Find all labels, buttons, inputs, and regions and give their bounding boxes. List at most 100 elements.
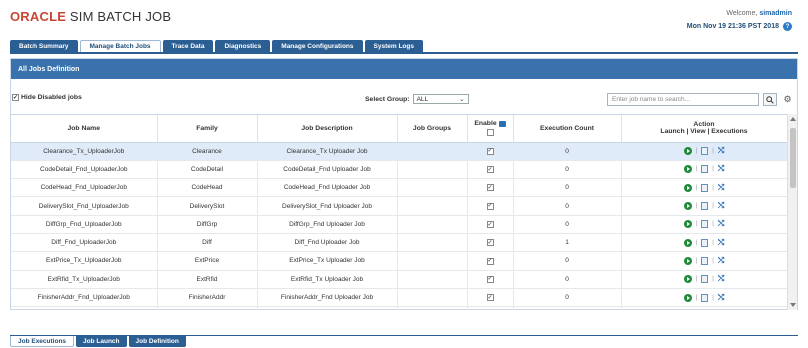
enable-cell: ✓ (467, 306, 514, 310)
col-enable[interactable]: Enable (467, 115, 514, 143)
panel-title: All Jobs Definition (11, 59, 797, 79)
datetime-display: Mon Nov 19 21:36 PST 2018 ? (687, 22, 792, 31)
executions-icon[interactable]: ⤭ (718, 165, 724, 173)
description-cell: ExtRfid_Tx Uploader Job (257, 270, 398, 289)
bottom-tab-job-launch[interactable]: Job Launch (76, 336, 127, 347)
tab-manage-configurations[interactable]: Manage Configurations (272, 40, 363, 52)
view-icon[interactable] (701, 183, 709, 192)
enable-checkbox[interactable]: ✓ (486, 221, 494, 229)
enable-cell: ✓ (467, 251, 514, 271)
table-row[interactable]: InvAvailStore_Tx_UploaderJobInvAvailStor… (11, 306, 788, 310)
enable-checkbox[interactable]: ✓ (486, 147, 494, 155)
enable-cell: ✓ (467, 215, 514, 234)
launch-icon[interactable] (683, 275, 692, 284)
enable-checkbox[interactable]: ✓ (486, 166, 494, 174)
view-icon[interactable] (701, 275, 709, 284)
launch-icon[interactable] (683, 202, 692, 211)
bottom-tab-job-definition[interactable]: Job Definition (128, 336, 186, 347)
save-icon[interactable] (498, 120, 506, 127)
tab-batch-summary[interactable]: Batch Summary (10, 40, 78, 52)
exec-count-cell: 0 (513, 196, 622, 216)
view-icon[interactable] (701, 238, 709, 247)
launch-icon[interactable] (683, 293, 692, 302)
username-link[interactable]: simadmin (759, 10, 792, 17)
help-icon[interactable]: ? (783, 22, 792, 31)
table-row[interactable]: Diff_Fnd_UploaderJob Diff Diff_Fnd Uploade… (11, 233, 788, 253)
table-row[interactable]: Clearance_Tx_UploaderJob Clearance Clearan… (11, 142, 788, 161)
executions-icon[interactable]: ⤭ (718, 256, 724, 265)
action-separator: | (712, 203, 714, 210)
executions-icon[interactable]: ⤭ (718, 293, 724, 302)
col-groups[interactable]: Job Groups (397, 115, 468, 143)
action-separator: | (695, 184, 698, 191)
enable-checkbox[interactable]: ✓ (486, 257, 494, 265)
table-row[interactable]: ExtPrice_Tx_UploaderJob ExtPrice ExtPrice_… (11, 251, 788, 271)
table-header-row: Job Name Family Job Description Job Grou… (11, 115, 788, 143)
action-separator: | (695, 276, 698, 283)
executions-icon[interactable]: ⤭ (718, 183, 724, 192)
executions-icon[interactable]: ⤭ (718, 147, 724, 155)
launch-icon[interactable] (683, 220, 692, 229)
description-cell: DeliverySlot_Fnd Uploader Job (257, 196, 398, 216)
launch-icon[interactable] (683, 256, 692, 265)
exec-count-cell: 0 (513, 288, 622, 308)
enable-checkbox[interactable]: ✓ (486, 239, 494, 247)
job-search-input[interactable]: Enter job name to search... (607, 93, 759, 106)
enable-all-checkbox[interactable] (486, 129, 494, 137)
executions-icon[interactable]: ⤭ (718, 220, 724, 228)
action-cell: | | ⤭ (621, 196, 788, 216)
view-icon[interactable] (701, 220, 709, 229)
hide-disabled-toggle[interactable]: ✓ Hide Disabled jobs (12, 94, 82, 101)
hide-disabled-checkbox[interactable]: ✓ (12, 94, 19, 101)
table-row[interactable]: DeliverySlot_Fnd_UploaderJob DeliverySlot… (11, 196, 788, 216)
bottom-tab-job-executions[interactable]: Job Executions (10, 336, 75, 347)
col-exec-count[interactable]: Execution Count (513, 115, 622, 143)
table-row[interactable]: CodeHead_Fnd_UploaderJob CodeHead CodeHead… (11, 178, 788, 198)
groups-cell (397, 233, 468, 253)
view-icon[interactable] (701, 293, 709, 302)
tab-diagnostics[interactable]: Diagnostics (215, 40, 271, 52)
view-icon[interactable] (701, 256, 709, 265)
gear-icon[interactable]: ⚙ (782, 94, 793, 105)
job-search-placeholder: Enter job name to search... (612, 96, 691, 103)
action-cell: ||⤭ (621, 306, 788, 310)
search-button[interactable] (763, 93, 777, 106)
description-cell: Diff_Fnd Uploader Job (257, 233, 398, 253)
action-cell: ||⤭ (621, 233, 788, 253)
action-separator: | (695, 148, 698, 155)
group-select[interactable]: ALL ⌄ (412, 94, 469, 104)
action-separator: | (695, 203, 698, 210)
scroll-up-arrow[interactable] (790, 117, 796, 121)
table-row[interactable]: ExtRfid_Tx_UploaderJob ExtRfid ExtRfid_Tx … (11, 270, 788, 289)
oracle-logo: ORACLE (10, 9, 67, 24)
scroll-down-arrow[interactable] (790, 303, 796, 307)
table-scrollbar[interactable] (787, 114, 797, 310)
action-separator: | (712, 257, 714, 264)
col-family[interactable]: Family (157, 115, 258, 143)
tab-manage-batch-jobs[interactable]: Manage Batch Jobs (79, 40, 161, 52)
launch-icon[interactable] (683, 238, 692, 247)
launch-icon[interactable] (683, 183, 692, 192)
tab-system-logs[interactable]: System Logs (364, 40, 423, 52)
enable-checkbox[interactable]: ✓ (486, 275, 494, 283)
launch-icon[interactable] (683, 165, 692, 174)
launch-icon[interactable] (683, 147, 692, 156)
executions-icon[interactable]: ⤭ (718, 238, 724, 247)
executions-icon[interactable]: ⤭ (718, 202, 724, 210)
col-job-name[interactable]: Job Name (11, 115, 158, 143)
enable-checkbox[interactable]: ✓ (486, 294, 494, 302)
description-cell: FinisherAddr_Fnd Uploader Job (257, 288, 398, 308)
enable-checkbox[interactable]: ✓ (486, 202, 494, 210)
table-row[interactable]: FinisherAddr_Fnd_UploaderJob FinisherAddr… (11, 288, 788, 308)
view-icon[interactable] (701, 147, 709, 156)
view-icon[interactable] (701, 202, 709, 211)
enable-checkbox[interactable]: ✓ (486, 184, 494, 192)
tab-trace-data[interactable]: Trace Data (162, 40, 214, 52)
scroll-thumb[interactable] (790, 128, 796, 188)
app-title: SIM BATCH JOB (69, 9, 172, 24)
view-icon[interactable] (701, 165, 709, 174)
col-description[interactable]: Job Description (257, 115, 398, 143)
executions-icon[interactable]: ⤭ (718, 275, 724, 283)
table-row[interactable]: CodeDetail_Fnd_UploaderJob CodeDetail Code… (11, 160, 788, 180)
table-row[interactable]: DiffGrp_Fnd_UploaderJob DiffGrp DiffGrp_Fn… (11, 215, 788, 234)
